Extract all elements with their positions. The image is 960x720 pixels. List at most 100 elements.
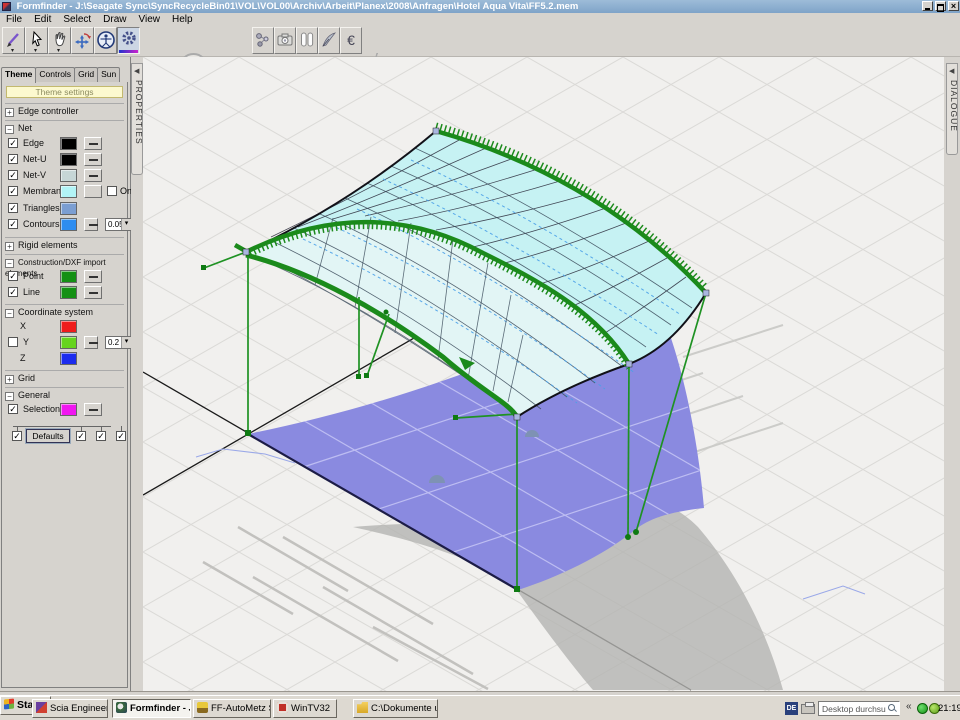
contours-interval-dropdown[interactable]: 0.05 (105, 218, 132, 231)
net-v-linestyle-button[interactable] (84, 169, 102, 182)
menu-help[interactable]: Help (166, 14, 199, 25)
collapse-icon[interactable]: − (5, 309, 14, 318)
selection-label: Selection (23, 404, 60, 414)
annotation-button[interactable] (318, 27, 340, 54)
taskbar-button-autometz[interactable]: FF-AutoMetz Screenshot... (193, 699, 271, 718)
line-linestyle-button[interactable] (84, 286, 102, 299)
close-button[interactable] (948, 1, 959, 11)
defaults-checkbox-3[interactable] (96, 431, 106, 441)
edge-checkbox[interactable] (8, 138, 18, 148)
contours-checkbox[interactable] (8, 219, 18, 229)
collapse-icon[interactable]: − (5, 259, 14, 268)
selection-checkbox[interactable] (8, 404, 18, 414)
edge-linestyle-button[interactable] (84, 137, 102, 150)
menu-file[interactable]: File (0, 14, 28, 25)
expand-icon[interactable]: + (5, 108, 14, 117)
y-axis-spacing-dropdown[interactable]: 0.2 (105, 336, 132, 349)
edge-color-swatch[interactable] (60, 137, 77, 150)
menu-view[interactable]: View (133, 14, 167, 25)
snapshot-button[interactable] (274, 27, 296, 54)
viewport-3d[interactable] (143, 57, 944, 691)
y-axis-linestyle-button[interactable] (84, 336, 98, 349)
section-grid[interactable]: +Grid (5, 370, 124, 384)
collapse-left-icon[interactable]: ◀ (134, 67, 139, 75)
defaults-checkbox-4[interactable] (116, 431, 126, 441)
minimize-button[interactable] (922, 1, 933, 11)
theme-settings-button[interactable] (117, 27, 140, 54)
dropdown-arrow-icon[interactable]: ▾ (34, 48, 37, 54)
triangles-checkbox[interactable] (8, 203, 18, 213)
point-color-swatch[interactable] (60, 270, 77, 283)
dropdown-arrow-icon[interactable]: ▾ (11, 48, 14, 54)
tab-sun[interactable]: Sun (97, 67, 120, 82)
move-rotate-button[interactable] (71, 27, 94, 54)
membrane-color-swatch[interactable] (60, 185, 77, 198)
x-axis-color-swatch[interactable] (60, 320, 77, 333)
menu-draw[interactable]: Draw (97, 14, 132, 25)
printer-tray-icon[interactable] (801, 704, 815, 714)
section-construction[interactable]: −Construction/DXF import elements (5, 254, 124, 268)
contours-linestyle-button[interactable] (84, 218, 98, 231)
net-u-color-swatch[interactable] (60, 153, 77, 166)
z-axis-color-swatch[interactable] (60, 352, 77, 365)
collapse-left-icon[interactable]: ◀ (949, 67, 954, 75)
menu-edit[interactable]: Edit (28, 14, 57, 25)
net-v-checkbox[interactable] (8, 170, 18, 180)
expand-icon[interactable]: + (5, 375, 14, 384)
selection-color-swatch[interactable] (60, 403, 77, 416)
selection-linestyle-button[interactable] (84, 403, 102, 416)
point-style-button[interactable] (84, 270, 102, 283)
taskbar-button-explorer[interactable]: C:\Dokumente und Einst... (353, 699, 438, 718)
net-u-linestyle-button[interactable] (84, 153, 102, 166)
material-rolls-button[interactable] (296, 27, 318, 54)
y-axis-color-swatch[interactable] (60, 336, 77, 349)
contours-color-swatch[interactable] (60, 218, 77, 231)
line-checkbox[interactable] (8, 287, 18, 297)
dropdown-arrow-icon[interactable]: ▾ (57, 48, 60, 54)
net-v-color-swatch[interactable] (60, 169, 77, 182)
pan-tool-button[interactable]: ▾ (48, 27, 71, 54)
membrane-on-checkbox[interactable] (107, 186, 117, 196)
tab-grid[interactable]: Grid (74, 67, 98, 82)
dialogue-collapse-tab[interactable]: ◀ DIALOGUE (946, 63, 958, 155)
section-general[interactable]: −General (5, 387, 124, 401)
taskbar-button-formfinder[interactable]: Formfinder - J:\Seaga... (112, 699, 191, 718)
section-net[interactable]: −Net (5, 120, 124, 134)
taskbar-button-scia[interactable]: Scia Engineer (32, 699, 108, 718)
y-axis-checkbox[interactable] (8, 337, 18, 347)
menu-select[interactable]: Select (57, 14, 97, 25)
cost-button[interactable]: € (340, 27, 362, 54)
defaults-checkbox-2[interactable] (76, 431, 86, 441)
draw-tool-button[interactable]: ▾ (2, 27, 25, 54)
collapse-icon[interactable]: − (5, 392, 14, 401)
expand-icon[interactable]: + (5, 242, 14, 251)
point-checkbox[interactable] (8, 271, 18, 281)
search-magnifier-icon[interactable] (888, 704, 897, 713)
section-edge-controller[interactable]: +Edge controller (5, 103, 124, 117)
triangles-color-swatch[interactable] (60, 202, 77, 215)
desktop-search (818, 701, 900, 716)
properties-collapse-tab[interactable]: ◀ PROPERTIES (131, 63, 143, 175)
net-u-label: Net-U (23, 154, 47, 164)
tray-expand-chevron[interactable]: « (906, 701, 912, 712)
tab-theme[interactable]: Theme (1, 67, 36, 83)
net-u-checkbox[interactable] (8, 154, 18, 164)
defaults-button[interactable]: Defaults (26, 429, 70, 443)
section-rigid-elements[interactable]: +Rigid elements (5, 237, 124, 251)
tab-controls[interactable]: Controls (35, 67, 75, 82)
formfinding-button[interactable] (94, 27, 117, 54)
maximize-button[interactable] (935, 1, 946, 11)
taskbar-button-wintv[interactable]: WinTV32 (273, 699, 337, 718)
desktop-search-input[interactable] (820, 703, 886, 714)
language-indicator[interactable]: DE (785, 702, 798, 715)
section-coordinate-system[interactable]: −Coordinate system (5, 304, 124, 318)
title-bar[interactable]: Formfinder - J:\Seagate Sync\SyncRecycle… (0, 0, 960, 13)
tray-status-icon-1[interactable] (917, 703, 928, 714)
select-tool-button[interactable]: ▾ (25, 27, 48, 54)
physics-button[interactable] (252, 27, 274, 54)
membrane-checkbox[interactable] (8, 186, 18, 196)
collapse-icon[interactable]: − (5, 125, 14, 134)
membrane-style-button[interactable] (84, 185, 102, 198)
defaults-checkbox-1[interactable] (12, 431, 22, 441)
line-color-swatch[interactable] (60, 286, 77, 299)
